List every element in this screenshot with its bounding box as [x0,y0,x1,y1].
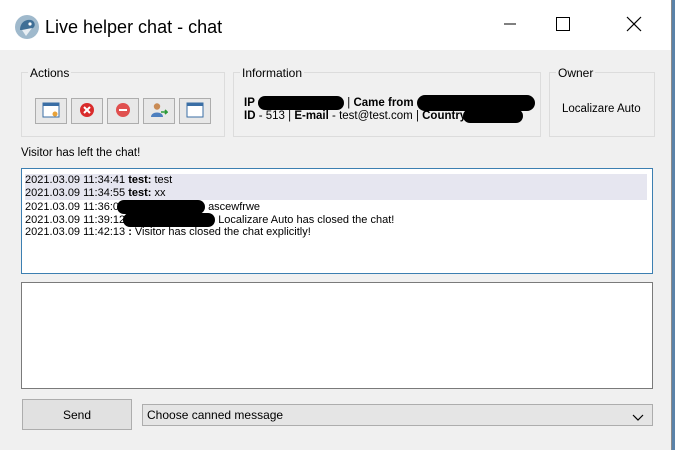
chat-message: 2021.03.09 11:39:12 Localizare Auto has … [25,213,647,227]
message-input[interactable] [21,282,653,389]
owner-group: Owner Localizare Auto [549,66,655,137]
minimize-icon [504,18,516,33]
message-time: 2021.03.09 11:36:0 [25,200,119,213]
message-text: Localizare Auto has closed the chat! [218,213,395,226]
transfer-user-icon [150,102,169,121]
action-button-popup[interactable] [179,98,211,124]
close-icon [626,16,642,35]
chat-window: Live helper chat - chat Actions Informat… [0,0,672,450]
ip-label: IP [244,97,255,110]
redacted-author [123,213,216,227]
chat-status-text: Visitor has left the chat! [21,147,141,159]
message-time: 2021.03.09 11:39:12 [25,213,126,226]
separator: | [347,97,351,110]
block-user-icon [115,102,131,121]
message-text: test [154,174,173,186]
maximize-button[interactable] [540,0,586,50]
email-label: E-mail [294,110,329,123]
app-logo-icon [14,14,40,40]
redacted-country [463,109,524,123]
dash: - [258,110,266,123]
information-group: Information IP | Came from ID - 513 | E-… [233,66,541,137]
popup-window-icon [186,102,204,121]
minimize-button[interactable] [487,0,533,50]
chat-message: 2021.03.09 11:34:55 test: xx [25,187,647,200]
message-author: test: [128,187,152,199]
close-chat-icon [79,102,95,121]
id-label: ID [244,110,256,123]
redacted-author [117,200,205,214]
email-value: test@test.com [339,110,413,123]
chevron-down-icon [632,409,644,429]
chat-message: 2021.03.09 11:42:13 : Visitor has closed… [25,226,647,239]
message-time: 2021.03.09 11:34:41 [25,174,126,186]
owner-label: Owner [556,66,596,80]
send-button[interactable]: Send [22,399,132,430]
chat-message: 2021.03.09 11:34:41 test: test [25,174,647,187]
window-title: Live helper chat - chat [45,17,223,37]
information-label: Information [240,66,305,80]
chat-log[interactable]: 2021.03.09 11:34:41 test: test 2021.03.0… [21,168,653,274]
message-text: ascewfrwe [208,200,261,213]
action-button-window[interactable] [35,98,67,124]
close-button[interactable] [611,0,657,50]
action-button-close-chat[interactable] [71,98,103,124]
canned-message-value: Choose canned message [147,408,284,422]
owner-value: Localizare Auto [562,103,641,115]
id-value: 513 [265,110,285,123]
action-button-block-user[interactable] [107,98,139,124]
dash: - [332,110,340,123]
action-button-transfer[interactable] [143,98,175,124]
window-icon [42,102,60,121]
chat-message: 2021.03.09 11:36:0 ascewfrwe [25,200,647,214]
info-line-id: ID - 513 | E-mail - test@test.com | Coun… [244,109,524,123]
message-time: 2021.03.09 11:42:13 [25,226,126,238]
country-label: Country [422,110,467,123]
redacted-ip [258,96,345,110]
came-from-label: Came from [353,97,414,110]
message-author: test: [128,174,152,186]
title-bar: Live helper chat - chat [0,0,671,50]
maximize-icon [556,16,570,34]
message-time: 2021.03.09 11:34:55 [25,187,126,199]
message-author: : [128,226,132,238]
message-text: xx [154,187,166,199]
message-text: Visitor has closed the chat explicitly! [134,226,311,238]
actions-label: Actions [28,66,72,80]
actions-group: Actions [21,66,225,137]
canned-message-select[interactable]: Choose canned message [142,404,653,426]
